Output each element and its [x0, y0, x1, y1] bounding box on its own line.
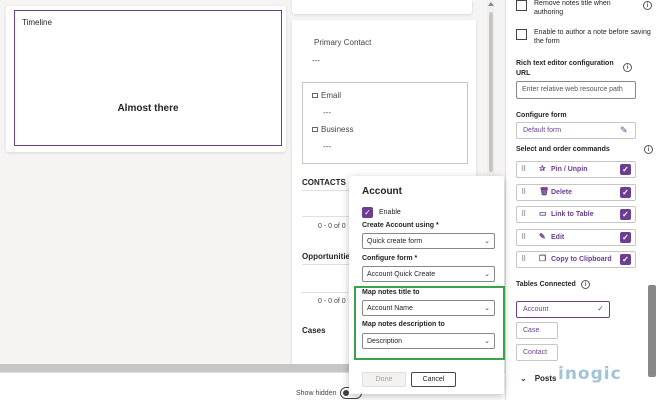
enable-author-note-row[interactable]: Enable to author a note before saving th…	[516, 28, 654, 46]
lock-icon	[312, 93, 318, 98]
copy-icon: ❐	[539, 254, 547, 263]
configure-form-label: Configure form	[516, 112, 567, 119]
chevron-down-icon: ⌄	[520, 374, 527, 383]
create-using-label: Create Account using *	[362, 222, 439, 229]
timeline-card[interactable]: Timeline Almost there	[6, 6, 286, 152]
contacts-count: 0 - 0 of 0	[318, 223, 346, 230]
pencil-icon: ✎	[539, 232, 546, 241]
scroll-up-arrow-icon[interactable]	[488, 2, 494, 6]
table-case[interactable]: Case	[516, 322, 558, 339]
lock-icon	[312, 127, 318, 132]
email-field-label: Email	[312, 91, 341, 100]
enable-author-note-label: Enable to author a note before saving th…	[534, 29, 651, 45]
quick-view-form[interactable]: Email --- Business ---	[302, 82, 468, 164]
command-link-to-table[interactable]: ⠿ ▭ Link to Table ✓	[516, 206, 636, 223]
info-icon[interactable]: i	[644, 145, 653, 154]
done-button[interactable]: Done	[362, 372, 406, 387]
info-icon[interactable]: i	[643, 1, 652, 10]
form-section-top	[292, 0, 472, 14]
chevron-down-icon: ⌄	[484, 271, 490, 278]
table-label: Account	[523, 306, 549, 313]
command-edit[interactable]: ⠿ ✎ Edit ✓	[516, 229, 636, 246]
timeline-label: Timeline	[22, 18, 52, 27]
drag-handle-icon[interactable]: ⠿	[521, 233, 526, 241]
enable-author-note-checkbox[interactable]	[516, 29, 527, 40]
command-delete[interactable]: ⠿ 🗑 Delete ✓	[516, 184, 636, 201]
primary-contact-value: ---	[312, 56, 320, 65]
business-field-value: ---	[323, 142, 331, 151]
command-label: Pin / Unpin	[551, 166, 588, 173]
configure-form-label: Configure form *	[362, 255, 418, 262]
enable-checkbox[interactable]: ✓	[362, 207, 373, 218]
opportunities-count: 0 - 0 of 0	[318, 298, 346, 305]
command-label: Link to Table	[551, 211, 594, 218]
table-label: Case	[523, 327, 540, 334]
business-field-label: Business	[312, 125, 353, 134]
tables-connected-label: Tables Connected	[516, 281, 576, 288]
command-label: Delete	[551, 189, 573, 196]
table-contact[interactable]: Contact	[516, 344, 558, 361]
dialog-title: Account	[362, 186, 402, 197]
command-checkbox[interactable]: ✓	[620, 254, 631, 265]
primary-contact-label: Primary Contact	[314, 38, 372, 47]
create-using-select[interactable]: Quick create form ⌄	[362, 233, 495, 249]
command-label: Edit	[551, 234, 565, 241]
document-icon: ▭	[539, 209, 547, 218]
enable-row[interactable]: ✓ Enable	[362, 207, 401, 218]
drag-handle-icon[interactable]: ⠿	[521, 188, 526, 196]
email-field-value: ---	[323, 108, 331, 117]
configure-form-field[interactable]: Default form ✎	[516, 122, 636, 139]
command-checkbox[interactable]: ✓	[620, 209, 631, 220]
show-hidden-label: Show hidden	[296, 390, 337, 397]
opportunities-subgrid-label: Opportunities	[302, 252, 355, 261]
commands-label: Select and order commands	[516, 146, 610, 153]
info-icon[interactable]: i	[623, 63, 632, 72]
account-config-dialog: Account ✓ Enable Create Account using * …	[349, 176, 504, 394]
cases-subgrid-label: Cases	[302, 326, 326, 335]
scroll-thumb[interactable]	[489, 12, 493, 172]
chevron-down-icon: ⌄	[484, 238, 490, 245]
panel-scrollbar-thumb[interactable]	[648, 285, 656, 377]
command-checkbox[interactable]: ✓	[620, 164, 631, 175]
remove-notes-title-row[interactable]: Remove notes title when authoring i	[516, 0, 652, 17]
command-checkbox[interactable]: ✓	[620, 232, 631, 243]
posts-section-header[interactable]: ⌄ Posts	[520, 374, 557, 383]
inogic-logo: inogic	[558, 364, 622, 384]
trash-icon: 🗑	[539, 187, 550, 196]
rich-text-url-label: Rich text editor configuration URL	[516, 60, 614, 77]
configure-form-select[interactable]: Account Quick Create ⌄	[362, 266, 495, 282]
table-account[interactable]: Account ✓	[516, 301, 610, 318]
rich-text-url-input[interactable]: Enter relative web resource path	[516, 81, 636, 99]
pencil-icon[interactable]: ✎	[620, 126, 629, 135]
posts-label: Posts	[534, 374, 557, 383]
timeline-status: Almost there	[117, 103, 179, 114]
drag-handle-icon[interactable]: ⠿	[521, 165, 526, 173]
command-checkbox[interactable]: ✓	[620, 187, 631, 198]
remove-notes-title-label: Remove notes title when authoring	[534, 0, 611, 16]
command-copy-to-clipboard[interactable]: ⠿ ❐ Copy to Clipboard ✓	[516, 251, 636, 268]
command-pin-unpin[interactable]: ⠿ ✰ Pin / Unpin ✓	[516, 161, 636, 178]
cancel-button[interactable]: Cancel	[411, 372, 456, 387]
drag-handle-icon[interactable]: ⠿	[521, 210, 526, 218]
timeline-control[interactable]: Timeline Almost there	[14, 10, 282, 146]
info-icon[interactable]: i	[581, 280, 590, 289]
properties-panel: Remove notes title when authoring i Enab…	[505, 0, 660, 400]
drag-handle-icon[interactable]: ⠿	[521, 255, 526, 263]
configure-form-value: Default form	[523, 127, 562, 134]
mapping-highlight-box	[354, 286, 505, 360]
contacts-subgrid-label: CONTACTS	[302, 178, 346, 187]
checkmark-icon: ✓	[597, 304, 604, 313]
table-label: Contact	[523, 349, 548, 356]
remove-notes-title-checkbox[interactable]	[516, 0, 527, 11]
enable-label: Enable	[379, 209, 401, 216]
pin-icon: ✰	[539, 164, 546, 173]
command-label: Copy to Clipboard	[551, 256, 612, 263]
create-using-value: Quick create form	[367, 238, 423, 245]
configure-form-value: Account Quick Create	[367, 271, 436, 278]
